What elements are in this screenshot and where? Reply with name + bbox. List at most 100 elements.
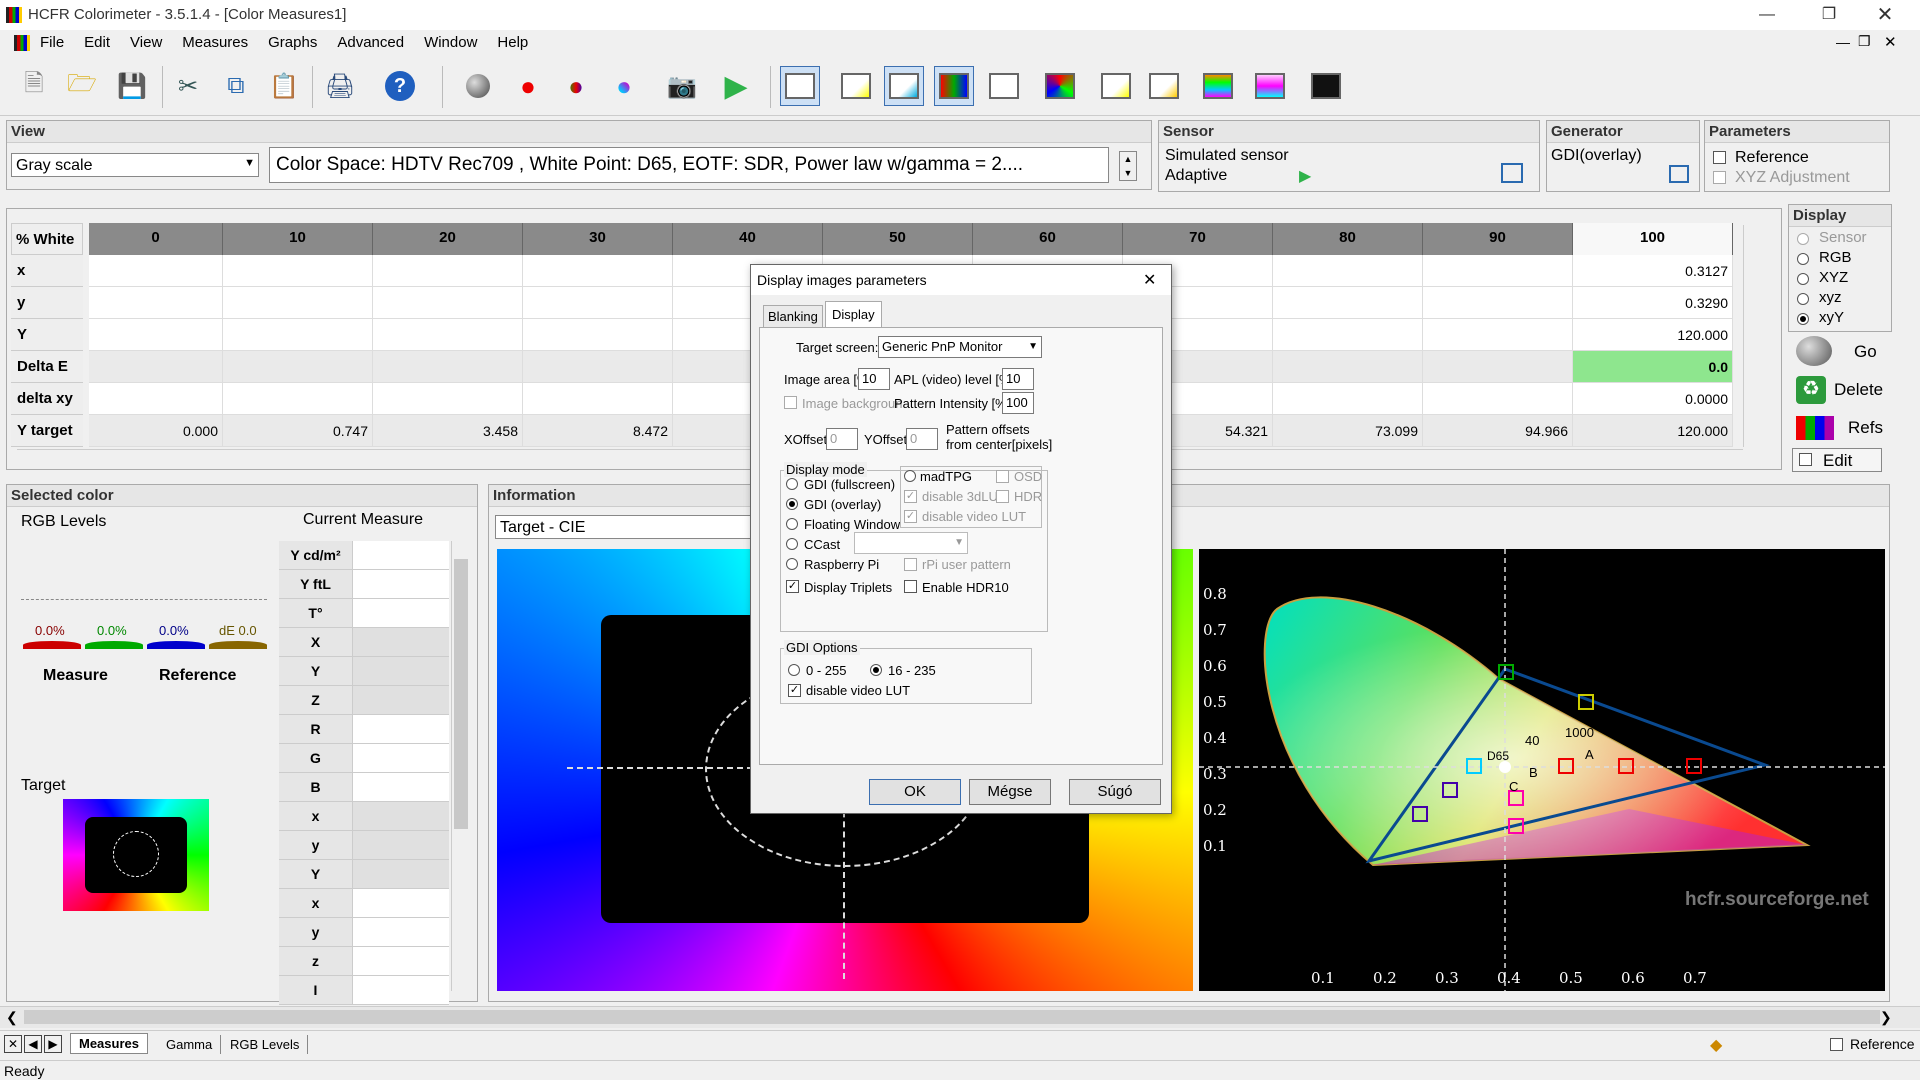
grid-cell[interactable] xyxy=(1273,319,1423,351)
tab-close-icon[interactable]: ✕ xyxy=(4,1035,22,1053)
measure-row-value[interactable] xyxy=(353,715,449,744)
measure-row-value[interactable] xyxy=(353,744,449,773)
scroll-left-icon[interactable]: ❮ xyxy=(6,1009,18,1026)
cancel-button[interactable]: Mégse xyxy=(969,779,1051,805)
graph-view-3-icon[interactable] xyxy=(884,66,924,106)
edit-checkbox[interactable] xyxy=(1799,453,1812,466)
grid-cell[interactable] xyxy=(1273,351,1423,383)
cut-icon[interactable]: ✂ xyxy=(168,66,208,106)
sensor-play-icon[interactable]: ▶ xyxy=(1299,166,1311,186)
grid-cell[interactable] xyxy=(89,351,223,383)
xyz-adjustment-checkbox[interactable] xyxy=(1713,171,1726,184)
close-button[interactable]: ✕ xyxy=(1862,0,1908,30)
disable-video-lut-mad-checkbox[interactable]: ✓ xyxy=(904,510,917,523)
mdi-minimize-button[interactable]: — xyxy=(1836,34,1850,50)
tab-display[interactable]: Display xyxy=(825,301,882,327)
column-header[interactable]: 90 xyxy=(1423,223,1573,255)
grid-cell[interactable] xyxy=(523,351,673,383)
display-mode-radio[interactable] xyxy=(786,518,798,530)
grid-cell[interactable] xyxy=(373,287,523,319)
sensor-config-icon[interactable] xyxy=(1501,163,1523,183)
paste-icon[interactable]: 📋 xyxy=(264,66,304,106)
grid-cell[interactable] xyxy=(1423,287,1573,319)
measure-row-value[interactable] xyxy=(353,831,449,860)
grid-cell[interactable]: 0.747 xyxy=(223,415,373,447)
primary-colors-icon[interactable]: ● xyxy=(508,66,548,106)
menu-edit[interactable]: Edit xyxy=(74,30,120,51)
measure-row-value[interactable] xyxy=(353,773,449,802)
open-folder-icon[interactable]: 🗁 xyxy=(62,66,102,106)
tab-rgb-levels[interactable]: RGB Levels xyxy=(222,1035,309,1054)
range-16-235-radio[interactable] xyxy=(870,664,882,676)
menu-help[interactable]: Help xyxy=(487,30,538,51)
grid-cell[interactable] xyxy=(523,319,673,351)
range-0-255-radio[interactable] xyxy=(788,664,800,676)
camera-icon[interactable]: 📷 xyxy=(662,66,702,106)
grid-cell[interactable] xyxy=(1423,319,1573,351)
grid-cell[interactable] xyxy=(1423,255,1573,287)
column-header[interactable]: 80 xyxy=(1273,223,1423,255)
info-spin-button[interactable]: ▲ ▼ xyxy=(1119,151,1137,181)
grid-cell[interactable] xyxy=(1423,351,1573,383)
go-button[interactable]: Go xyxy=(1788,334,1892,370)
graph-view-10-icon[interactable] xyxy=(1250,66,1290,106)
grid-cell[interactable] xyxy=(89,319,223,351)
column-header[interactable]: 100 xyxy=(1573,223,1733,255)
view-select[interactable]: Gray scale ▼ xyxy=(11,153,259,177)
hdr-checkbox[interactable] xyxy=(996,490,1009,503)
column-header[interactable]: 0 xyxy=(89,223,223,255)
grid-cell[interactable]: 73.099 xyxy=(1273,415,1423,447)
grid-cell[interactable] xyxy=(89,255,223,287)
graph-view-4-icon[interactable] xyxy=(934,66,974,106)
display-mode-radio[interactable] xyxy=(786,478,798,490)
measure-row-value[interactable] xyxy=(353,599,449,628)
grid-cell[interactable]: 0.3127 xyxy=(1573,255,1733,287)
osd-checkbox[interactable] xyxy=(996,470,1009,483)
display-option-radio[interactable] xyxy=(1797,233,1809,245)
tab-blanking[interactable]: Blanking xyxy=(763,305,823,327)
graph-view-7-icon[interactable] xyxy=(1096,66,1136,106)
measure-table-scrollbar[interactable] xyxy=(451,541,469,991)
column-header[interactable]: 30 xyxy=(523,223,673,255)
xoffset-input[interactable]: 0 xyxy=(826,428,858,450)
main-horizontal-scrollbar[interactable]: ❮ ❯ xyxy=(0,1006,1920,1028)
column-header[interactable]: 10 xyxy=(223,223,373,255)
grid-vertical-scrollbar[interactable] xyxy=(1743,225,1763,447)
measure-row-value[interactable] xyxy=(353,802,449,831)
measure-row-value[interactable] xyxy=(353,889,449,918)
tab-gamma[interactable]: Gamma xyxy=(158,1035,222,1054)
graph-view-11-icon[interactable] xyxy=(1306,66,1346,106)
tab-measures[interactable]: Measures xyxy=(70,1033,148,1054)
help-button[interactable]: Súgó xyxy=(1069,779,1161,805)
column-header[interactable]: 70 xyxy=(1123,223,1273,255)
mdi-close-button[interactable]: ✕ xyxy=(1884,33,1897,51)
grid-cell[interactable]: 120.000 xyxy=(1573,415,1733,447)
tab-next-icon[interactable]: ▶ xyxy=(44,1035,62,1053)
grid-cell[interactable] xyxy=(373,383,523,415)
minimize-button[interactable]: — xyxy=(1744,0,1790,30)
menu-graphs[interactable]: Graphs xyxy=(258,30,327,51)
image-background-checkbox[interactable] xyxy=(784,396,797,409)
mdi-restore-button[interactable]: ❐ xyxy=(1858,33,1871,50)
graph-view-9-icon[interactable] xyxy=(1198,66,1238,106)
measure-row-value[interactable] xyxy=(353,686,449,715)
scroll-right-icon[interactable]: ❯ xyxy=(1880,1009,1892,1026)
yoffset-input[interactable]: 0 xyxy=(906,428,938,450)
measure-row-value[interactable] xyxy=(353,918,449,947)
menu-measures[interactable]: Measures xyxy=(172,30,258,51)
ccast-select[interactable]: ▼ xyxy=(854,532,968,554)
save-icon[interactable]: 💾 xyxy=(112,66,152,106)
grid-cell[interactable] xyxy=(89,287,223,319)
grid-cell[interactable] xyxy=(523,255,673,287)
rpi-user-pattern-checkbox[interactable] xyxy=(904,558,917,571)
column-header[interactable]: 50 xyxy=(823,223,973,255)
display-option-radio[interactable] xyxy=(1797,313,1809,325)
target-screen-select[interactable]: Generic PnP Monitor ▼ xyxy=(878,336,1042,358)
grid-cell[interactable]: 120.000 xyxy=(1573,319,1733,351)
menu-advanced[interactable]: Advanced xyxy=(327,30,414,51)
measure-row-value[interactable] xyxy=(353,976,449,1005)
grid-cell[interactable] xyxy=(223,351,373,383)
new-file-icon[interactable]: 🗎 xyxy=(14,66,54,106)
grid-cell[interactable]: 0.3290 xyxy=(1573,287,1733,319)
grid-cell[interactable]: 0.000 xyxy=(89,415,223,447)
